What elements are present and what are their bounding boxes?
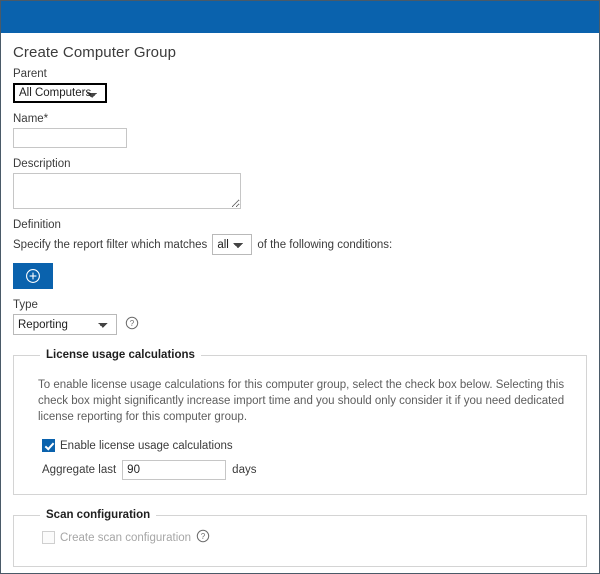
definition-group: Definition Specify the report filter whi… xyxy=(13,218,587,289)
description-textarea[interactable] xyxy=(13,173,241,209)
type-field-group: Type Reporting ? xyxy=(13,298,587,335)
scan-help-circle-icon[interactable]: ? xyxy=(196,529,210,546)
aggregate-prefix-label: Aggregate last xyxy=(42,464,117,476)
name-label: Name* xyxy=(13,113,49,125)
page-root: Create Computer Group Parent All Compute… xyxy=(0,0,600,574)
parent-select[interactable]: All Computers xyxy=(13,83,107,103)
scan-configuration-legend: Scan configuration xyxy=(46,509,151,521)
app-header-bar xyxy=(1,1,599,34)
scan-configuration-fieldset: Scan configuration Create scan configura… xyxy=(13,509,587,567)
page-title: Create Computer Group xyxy=(13,44,177,61)
license-usage-legend: License usage calculations xyxy=(46,349,195,361)
name-input[interactable] xyxy=(13,128,127,148)
form-content: Create Computer Group Parent All Compute… xyxy=(1,34,599,567)
plus-circle-icon xyxy=(25,268,41,284)
aggregate-suffix-label: days xyxy=(232,464,257,476)
parent-field-group: Parent All Computers xyxy=(13,67,587,103)
aggregate-row: Aggregate last days xyxy=(42,460,572,480)
svg-text:?: ? xyxy=(130,319,135,328)
description-label: Description xyxy=(13,158,71,170)
create-scan-checkbox xyxy=(42,531,55,544)
license-usage-description: To enable license usage calculations for… xyxy=(38,379,565,423)
definition-suffix-text: of the following conditions: xyxy=(257,238,393,251)
definition-prefix-text: Specify the report filter which matches xyxy=(13,238,208,251)
parent-label: Parent xyxy=(13,68,47,80)
svg-text:?: ? xyxy=(201,532,206,541)
type-select[interactable]: Reporting xyxy=(13,314,117,335)
definition-filter-row: Specify the report filter which matches … xyxy=(13,234,587,255)
enable-license-checkbox-row: Enable license usage calculations xyxy=(42,439,572,452)
name-field-group: Name* xyxy=(13,112,587,148)
type-row: Reporting ? xyxy=(13,314,587,335)
definition-label: Definition xyxy=(13,219,61,231)
match-type-select[interactable]: all xyxy=(212,234,253,255)
enable-license-checkbox[interactable] xyxy=(42,439,55,452)
type-label: Type xyxy=(13,299,38,311)
description-field-group: Description xyxy=(13,157,587,209)
create-scan-checkbox-row: Create scan configuration ? xyxy=(42,529,572,546)
add-condition-button[interactable] xyxy=(13,263,53,289)
create-scan-checkbox-label: Create scan configuration xyxy=(60,531,192,544)
license-usage-fieldset: License usage calculations To enable lic… xyxy=(13,349,587,495)
enable-license-checkbox-label: Enable license usage calculations xyxy=(60,439,233,452)
help-circle-icon[interactable]: ? xyxy=(125,316,139,333)
aggregate-days-input[interactable] xyxy=(122,460,227,480)
